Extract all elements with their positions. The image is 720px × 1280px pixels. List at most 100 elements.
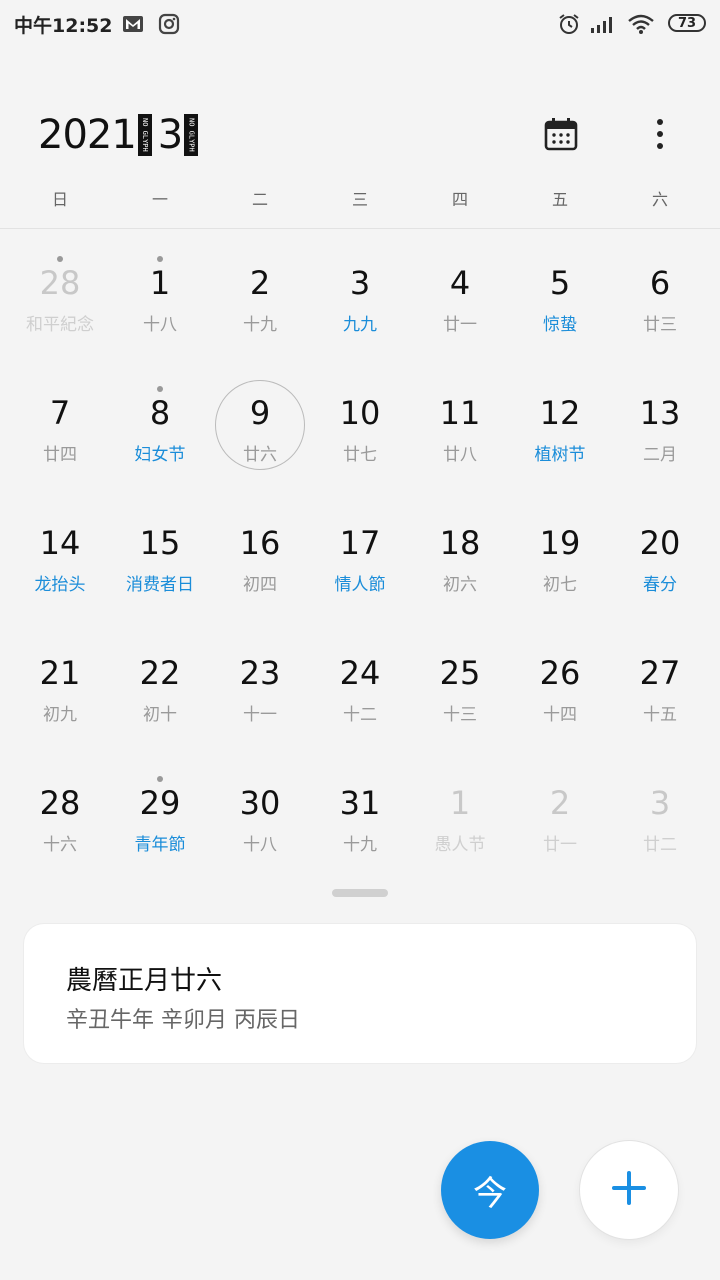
lunar-label: 愚人节 [434, 835, 486, 855]
day-cell[interactable]: 21 初九 [10, 630, 110, 760]
day-number: 8 [149, 394, 171, 432]
lunar-label: 十四 [543, 705, 577, 725]
lunar-label: 惊蛰 [543, 315, 577, 335]
day-cell[interactable]: 1 愚人节 [410, 760, 510, 890]
day-cell[interactable]: 15 消费者日 [110, 500, 210, 630]
day-cell[interactable]: 31 十九 [310, 760, 410, 890]
calendar-view-button[interactable] [537, 112, 585, 160]
lunar-label: 廿六 [243, 445, 277, 465]
day-number: 2 [549, 784, 571, 822]
day-number: 12 [539, 394, 581, 432]
more-options-button[interactable] [636, 112, 684, 160]
event-dot [157, 256, 163, 262]
week-row: 21 初九 22 初十 23 十一 24 十二 25 十三 26 十四 27 十五 [10, 630, 710, 760]
day-number: 1 [449, 784, 471, 822]
week-row: 14 龙抬头 15 消费者日 16 初四 17 情人節 18 初六 19 初七 20 春分 [10, 500, 710, 630]
day-number: 30 [239, 784, 281, 822]
today-button[interactable]: 今 [441, 1141, 539, 1239]
event-dot [57, 256, 63, 262]
day-cell[interactable]: 30 十八 [210, 760, 310, 890]
day-number: 9 [249, 394, 271, 432]
lunar-label: 消费者日 [126, 575, 194, 595]
alarm-icon [557, 12, 581, 36]
ganzhi-date: 辛丑牛年 辛卯月 丙辰日 [66, 1008, 300, 1033]
day-cell[interactable]: 2 廿一 [510, 760, 610, 890]
day-number: 29 [139, 784, 181, 822]
day-cell[interactable]: 3 廿二 [610, 760, 710, 890]
drag-handle[interactable] [332, 889, 388, 897]
day-cell[interactable]: 27 十五 [610, 630, 710, 760]
lunar-label: 情人節 [334, 575, 386, 595]
today-label: 今 [473, 1173, 507, 1214]
month-title[interactable]: 2021 NO GLYPH 3 NO GLYPH [38, 112, 200, 158]
day-cell[interactable]: 11 廿八 [410, 370, 510, 500]
lunar-label: 廿七 [343, 445, 377, 465]
day-number: 31 [339, 784, 381, 822]
lunar-label: 廿一 [443, 315, 477, 335]
day-cell[interactable]: 29 青年節 [110, 760, 210, 890]
day-cell[interactable]: 5 惊蛰 [510, 240, 610, 370]
day-cell[interactable]: 14 龙抬头 [10, 500, 110, 630]
event-dot [157, 386, 163, 392]
lunar-label: 初九 [43, 705, 77, 725]
day-cell[interactable]: 26 十四 [510, 630, 610, 760]
day-number: 23 [239, 654, 281, 692]
day-cell[interactable]: 10 廿七 [310, 370, 410, 500]
missing-glyph: NO GLYPH [137, 114, 152, 156]
day-cell[interactable]: 20 春分 [610, 500, 710, 630]
lunar-label: 廿二 [643, 835, 677, 855]
lunar-label: 十六 [43, 835, 77, 855]
add-event-button[interactable] [580, 1141, 678, 1239]
day-number: 18 [439, 524, 481, 562]
lunar-label: 龙抬头 [34, 575, 86, 595]
divider [0, 228, 720, 229]
day-number: 19 [539, 524, 581, 562]
day-cell[interactable]: 28 和平紀念 [10, 240, 110, 370]
weekday-label: 三 [351, 190, 368, 209]
lunar-label: 廿三 [643, 315, 677, 335]
day-cell[interactable]: 18 初六 [410, 500, 510, 630]
lunar-label: 初四 [243, 575, 277, 595]
week-row: 28 十六 29 青年節 30 十八 31 十九 1 愚人节 2 廿一 3 廿二 [10, 760, 710, 890]
day-cell[interactable]: 4 廿一 [410, 240, 510, 370]
day-cell[interactable]: 1 十八 [110, 240, 210, 370]
weekday-label: 二 [251, 190, 268, 209]
battery-indicator: 73 [668, 14, 706, 32]
month-grid: 28 和平紀念 1 十八 2 十九 3 九九 4 廿一 5 惊蛰 6 廿三 7 廿四 8 妇女节 9 廿六 10 廿七 11… [10, 240, 710, 890]
week-row: 7 廿四 8 妇女节 9 廿六 10 廿七 11 廿八 12 植树节 13 二月 [10, 370, 710, 500]
day-cell[interactable]: 8 妇女节 [110, 370, 210, 500]
lunar-label: 妇女节 [134, 445, 186, 465]
day-cell[interactable]: 6 廿三 [610, 240, 710, 370]
day-cell[interactable]: 13 二月 [610, 370, 710, 500]
day-cell[interactable]: 22 初十 [110, 630, 210, 760]
weekday-label: 一 [151, 190, 168, 209]
lunar-label: 春分 [643, 575, 677, 595]
day-cell[interactable]: 24 十二 [310, 630, 410, 760]
lunar-label: 十三 [443, 705, 477, 725]
day-number: 17 [339, 524, 381, 562]
day-number: 22 [139, 654, 181, 692]
day-number: 16 [239, 524, 281, 562]
day-cell[interactable]: 12 植树节 [510, 370, 610, 500]
day-cell[interactable]: 3 九九 [310, 240, 410, 370]
weekday-label: 四 [451, 190, 468, 209]
day-cell[interactable]: 16 初四 [210, 500, 310, 630]
day-cell[interactable]: 28 十六 [10, 760, 110, 890]
day-cell[interactable]: 2 十九 [210, 240, 310, 370]
day-cell[interactable]: 23 十一 [210, 630, 310, 760]
day-number: 10 [339, 394, 381, 432]
day-cell[interactable]: 17 情人節 [310, 500, 410, 630]
lunar-label: 十一 [243, 705, 277, 725]
day-number: 28 [39, 784, 81, 822]
day-number: 11 [439, 394, 481, 432]
day-number: 15 [139, 524, 181, 562]
day-cell[interactable]: 7 廿四 [10, 370, 110, 500]
day-cell-today[interactable]: 9 廿六 [210, 370, 310, 500]
lunar-label: 廿八 [443, 445, 477, 465]
day-number: 20 [639, 524, 681, 562]
day-number: 6 [649, 264, 671, 302]
lunar-info-card[interactable]: 農曆正月廿六 辛丑牛年 辛卯月 丙辰日 [24, 924, 696, 1063]
day-cell[interactable]: 25 十三 [410, 630, 510, 760]
day-cell[interactable]: 19 初七 [510, 500, 610, 630]
lunar-label: 廿四 [43, 445, 77, 465]
